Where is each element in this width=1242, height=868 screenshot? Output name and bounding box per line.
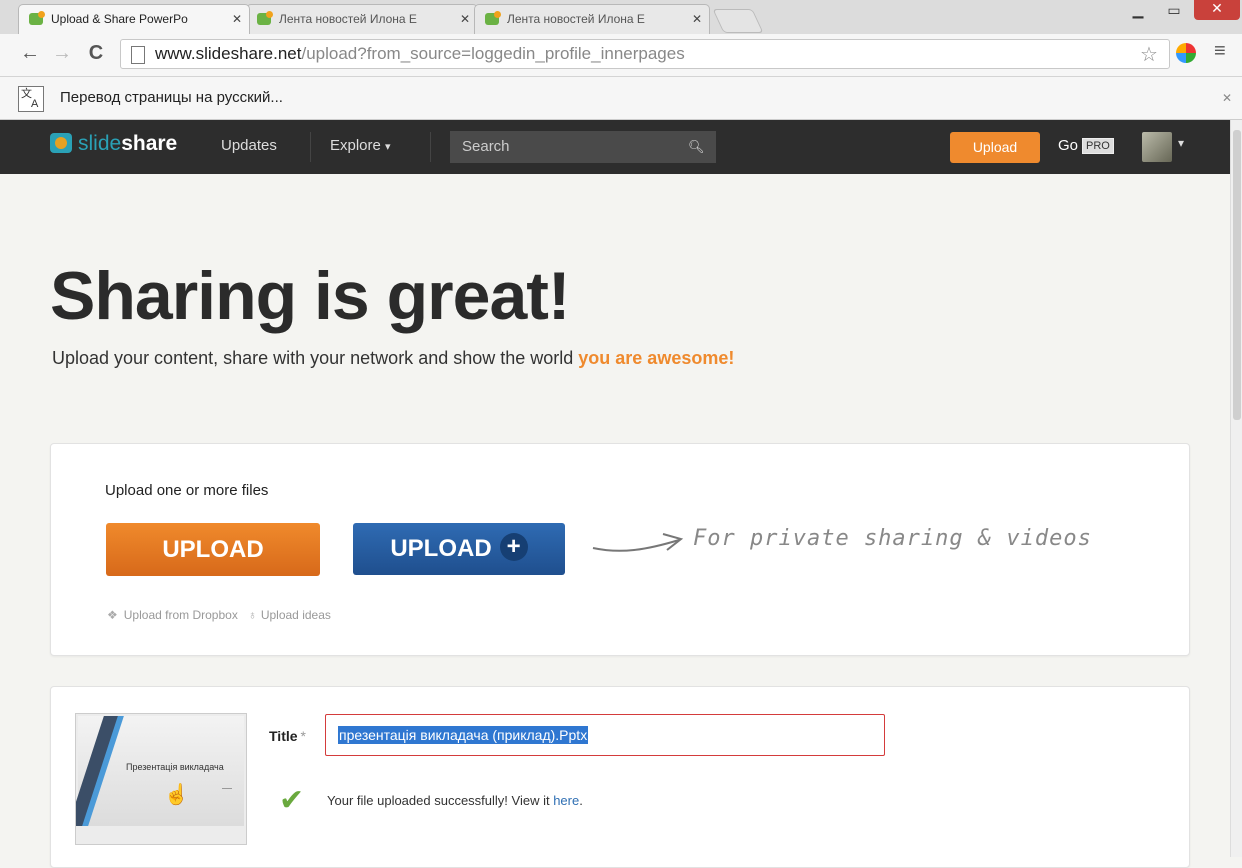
- url-host: www.slideshare.net: [155, 44, 302, 63]
- nav-divider: [430, 132, 431, 162]
- tab-title: Лента новостей Илона Е: [507, 12, 645, 26]
- upload-from-dropbox-link[interactable]: Upload from Dropbox: [124, 608, 238, 622]
- thumbnail-text: Презентація викладача: [126, 762, 224, 772]
- extension-icon[interactable]: [1176, 43, 1196, 63]
- page-icon: [131, 46, 145, 64]
- header-upload-button[interactable]: Upload: [950, 132, 1040, 163]
- pro-badge: PRO: [1082, 138, 1114, 154]
- translate-icon: 文A: [18, 86, 44, 112]
- search-input[interactable]: Search 🔍︎: [450, 131, 716, 163]
- subtitle-highlight: you are awesome!: [578, 348, 735, 368]
- upload-card: Upload one or more files UPLOAD UPLOAD + …: [50, 443, 1190, 656]
- minimize-icon[interactable]: ▁: [1120, 2, 1156, 20]
- tab-upload-share[interactable]: Upload & Share PowerPo ✕: [18, 4, 250, 34]
- thumbnail-slide: Презентація викладача: [76, 716, 244, 826]
- nav-updates[interactable]: Updates: [221, 137, 277, 154]
- search-placeholder: Search: [462, 138, 510, 155]
- nav-explore[interactable]: Explore ▾: [330, 137, 391, 154]
- tab-title: Лента новостей Илона Е: [279, 12, 417, 26]
- scrollbar-thumb[interactable]: [1233, 130, 1241, 420]
- star-icon[interactable]: ☆: [1140, 42, 1158, 67]
- forward-icon[interactable]: →: [50, 42, 74, 65]
- browser-toolbar: ← → C www.slideshare.net/upload?from_sou…: [0, 34, 1242, 77]
- slideshare-logo-icon: [50, 133, 72, 153]
- site-header: slideshare Updates Explore ▾ Search 🔍︎ U…: [0, 120, 1230, 174]
- tab-title: Upload & Share PowerPo: [51, 12, 188, 26]
- chevron-down-icon: ▾: [385, 141, 391, 153]
- page-subtitle: Upload your content, share with your net…: [52, 348, 735, 368]
- lightbulb-icon: ♁: [247, 608, 257, 622]
- search-icon[interactable]: 🔍︎: [688, 131, 705, 163]
- slideshare-favicon-icon: [485, 11, 501, 25]
- presentation-thumbnail[interactable]: Презентація викладача ☝: [75, 713, 247, 845]
- dropbox-icon: ❖: [107, 608, 118, 622]
- slideshare-favicon-icon: [29, 11, 45, 25]
- go-pro-link[interactable]: Go PRO: [1058, 137, 1114, 154]
- back-icon[interactable]: ←: [18, 42, 42, 65]
- arrow-icon: [592, 533, 684, 552]
- close-icon[interactable]: ✕: [1222, 77, 1232, 119]
- upload-button[interactable]: UPLOAD: [106, 523, 320, 576]
- tab-close-icon[interactable]: ✕: [232, 5, 242, 33]
- chevron-down-icon[interactable]: ▾: [1178, 136, 1184, 150]
- upload-success-message: Your file uploaded successfully! View it…: [327, 793, 583, 808]
- file-details-card: Презентація викладача ☝ Title * презентац…: [50, 686, 1190, 868]
- translate-infobar-text[interactable]: Перевод страницы на русский...: [60, 77, 283, 119]
- upload-alt-links: ❖ Upload from Dropbox ♁ Upload ideas: [107, 608, 341, 622]
- tab-close-icon[interactable]: ✕: [692, 5, 702, 33]
- page-scrollbar[interactable]: [1230, 120, 1242, 857]
- tab-close-icon[interactable]: ✕: [460, 5, 470, 33]
- window-close-icon[interactable]: ✕: [1194, 0, 1240, 20]
- hand-cursor-icon: ☝: [164, 784, 189, 806]
- title-input[interactable]: презентація викладача (приклад).Pptx: [325, 714, 885, 756]
- avatar[interactable]: [1142, 132, 1172, 162]
- url-path: /upload?from_source=loggedin_profile_inn…: [301, 44, 685, 63]
- upload-ideas-link[interactable]: Upload ideas: [261, 608, 331, 622]
- reload-icon[interactable]: C: [84, 42, 108, 65]
- tab-strip: Upload & Share PowerPo ✕ Лента новостей …: [0, 0, 1242, 35]
- private-sharing-note: For private sharing & videos: [693, 526, 1092, 551]
- plus-icon: +: [499, 533, 528, 561]
- menu-icon[interactable]: ≡: [1214, 40, 1226, 63]
- new-tab-button[interactable]: [712, 9, 764, 33]
- slideshare-favicon-icon: [257, 11, 273, 25]
- page-title: Sharing is great!: [50, 258, 571, 334]
- required-mark: *: [300, 728, 306, 744]
- tab-news-feed-2[interactable]: Лента новостей Илона Е ✕: [474, 4, 710, 34]
- maximize-icon[interactable]: ▭: [1156, 2, 1192, 20]
- thumbnail-line: [222, 788, 232, 789]
- address-bar[interactable]: www.slideshare.net/upload?from_source=lo…: [120, 39, 1170, 69]
- checkmark-icon: ✔: [279, 784, 305, 817]
- view-file-link[interactable]: here: [553, 793, 579, 808]
- title-input-value: презентація викладача (приклад).Pptx: [338, 726, 589, 744]
- slideshare-logo[interactable]: slideshare: [50, 132, 177, 156]
- translate-infobar: 文A Перевод страницы на русский... ✕: [0, 77, 1242, 120]
- tab-news-feed-1[interactable]: Лента новостей Илона Е ✕: [246, 4, 478, 34]
- upload-heading: Upload one or more files: [105, 482, 269, 499]
- title-label: Title *: [269, 728, 306, 744]
- nav-divider: [310, 132, 311, 162]
- upload-plus-button[interactable]: UPLOAD +: [353, 523, 565, 575]
